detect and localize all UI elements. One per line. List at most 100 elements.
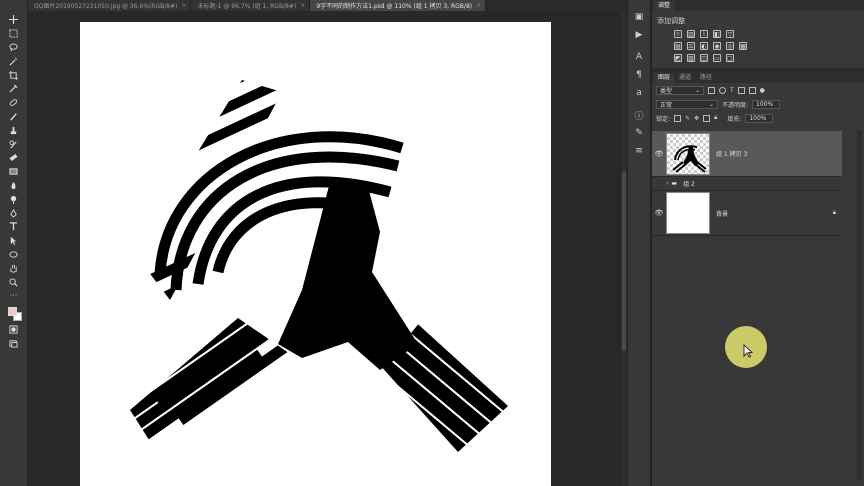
thumbnail-artwork xyxy=(672,144,707,173)
layer-row-background[interactable]: 👁︎ 背景 🔒︎ xyxy=(652,191,842,236)
threshold-icon[interactable]: ◫ xyxy=(700,54,708,62)
lock-position-icon[interactable]: ✥ xyxy=(694,115,699,122)
brush-icon[interactable] xyxy=(6,110,22,124)
opacity-input[interactable]: 100% xyxy=(752,99,781,109)
layer-row-group2[interactable]: › ▬ 组 2 xyxy=(652,177,842,191)
blend-mode-select[interactable]: 正常 ⌄ xyxy=(656,99,718,109)
clone-stamp-icon[interactable] xyxy=(6,123,22,137)
curves-icon[interactable]: ⌇ xyxy=(700,30,708,38)
history-icon[interactable]: ▣ xyxy=(632,10,646,24)
invert-icon[interactable]: ◩ xyxy=(674,54,682,62)
tab-paths[interactable]: 路径 xyxy=(696,73,716,83)
tab-layers[interactable]: 图层 xyxy=(654,73,675,83)
lock-all-icon[interactable]: 🔒︎ xyxy=(714,114,717,122)
brush-settings-icon[interactable]: ✎ xyxy=(632,126,646,140)
posterize-icon[interactable]: ▨ xyxy=(687,54,695,62)
gradient-map-icon[interactable]: ▭ xyxy=(713,54,721,62)
pen-icon[interactable] xyxy=(6,206,22,220)
chevron-right-icon[interactable]: › xyxy=(666,180,668,187)
filter-type-icon[interactable]: T xyxy=(730,87,734,94)
marquee-icon[interactable] xyxy=(6,27,22,41)
collapsed-panels-strip: ▣ ▶ A ¶ a ⓘ ✎ ≡ xyxy=(627,0,651,486)
channel-mixer-icon[interactable]: ◎ xyxy=(726,42,734,50)
lock-fill-row: 锁定: ✎ ✥ 🔒︎ 填充: 100% xyxy=(652,111,864,125)
hue-saturation-icon[interactable]: ▤ xyxy=(674,42,682,50)
type-icon[interactable] xyxy=(6,220,22,234)
ellipse-icon[interactable] xyxy=(6,248,22,262)
folder-icon: ▬ xyxy=(671,180,678,187)
lock-artboard-icon[interactable] xyxy=(703,114,711,122)
crop-icon[interactable] xyxy=(6,68,22,82)
scrollbar-thumb[interactable] xyxy=(622,171,626,351)
foreground-color-swatch[interactable] xyxy=(7,306,17,316)
close-icon[interactable]: × xyxy=(476,2,481,9)
brightness-icon[interactable]: ☼ xyxy=(674,30,682,38)
healing-brush-icon[interactable] xyxy=(6,96,22,110)
info-icon[interactable]: ⓘ xyxy=(632,108,646,122)
eye-icon[interactable]: 👁︎ xyxy=(652,150,666,158)
glyphs-icon[interactable]: a xyxy=(632,86,646,100)
magic-wand-icon[interactable] xyxy=(6,54,22,68)
filter-kind-value: 类型 xyxy=(660,87,673,95)
eyedropper-icon[interactable] xyxy=(6,82,22,96)
close-icon[interactable]: × xyxy=(300,2,305,9)
more-icon[interactable]: ··· xyxy=(6,289,22,303)
exposure-icon[interactable]: ◧ xyxy=(713,30,721,38)
character-icon[interactable]: A xyxy=(632,50,646,64)
tab-channels[interactable]: 通道 xyxy=(675,73,695,83)
filter-adjustment-icon[interactable] xyxy=(719,86,726,94)
tab-document-3[interactable]: 9字不同的制作方法1.psd @ 110% (组 1 拷贝 3, RGB/8) × xyxy=(310,0,487,11)
layers-panel-tabs: 图层 通道 路径 xyxy=(652,72,864,83)
filter-toggle-icon[interactable]: ● xyxy=(760,87,765,94)
history-brush-icon[interactable] xyxy=(6,137,22,151)
properties-icon[interactable]: ≡ xyxy=(632,144,646,158)
selective-color-icon[interactable]: ▢ xyxy=(726,54,734,62)
filter-smart-object-icon[interactable] xyxy=(748,86,756,94)
close-icon[interactable]: × xyxy=(181,2,186,9)
adjustment-icons-row-1: ☼ ▥ ⌇ ◧ ▽ xyxy=(652,28,864,40)
actions-play-icon[interactable]: ▶ xyxy=(632,28,646,42)
tab-label: 9字不同的制作方法1.psd @ 110% (组 1 拷贝 3, RGB/8) xyxy=(316,3,473,10)
lock-transparent-icon[interactable] xyxy=(674,114,682,122)
filter-kind-select[interactable]: 类型 ⌄ xyxy=(656,85,704,95)
tab-adjustments[interactable]: 调整 xyxy=(654,1,675,11)
lock-pixels-icon[interactable]: ✎ xyxy=(685,115,690,122)
color-lookup-icon[interactable]: ▦ xyxy=(739,42,747,50)
tab-document-1[interactable]: QQ图片20190527231050.jpg @ 36.6%(RGB/8#) × xyxy=(28,0,192,11)
filter-pixel-icon[interactable] xyxy=(708,86,715,94)
move-icon[interactable] xyxy=(6,13,22,27)
eye-icon[interactable]: 👁︎ xyxy=(652,209,666,217)
filter-shape-icon[interactable] xyxy=(737,86,745,94)
layers-scrollbar[interactable] xyxy=(857,130,862,480)
zoom-icon[interactable] xyxy=(6,275,22,289)
fill-input[interactable]: 100% xyxy=(745,113,774,123)
screen-mode-icon[interactable] xyxy=(6,337,22,351)
dodge-icon[interactable] xyxy=(6,192,22,206)
blend-mode-value: 正常 xyxy=(660,101,673,109)
adjustment-icons-row-2: ▤ ⚖ ◐ ◉ ◎ ▦ xyxy=(652,40,864,52)
layer-row-group1-copy3[interactable]: 👁︎ 组 1 拷贝 3 xyxy=(652,131,842,177)
document-canvas[interactable] xyxy=(80,22,551,486)
layer-name: 背景 xyxy=(716,210,729,218)
color-balance-icon[interactable]: ⚖ xyxy=(687,42,695,50)
paragraph-icon[interactable]: ¶ xyxy=(632,68,646,82)
canvas-area[interactable] xyxy=(29,11,627,486)
gradient-icon[interactable] xyxy=(6,165,22,179)
vibrance-icon[interactable]: ▽ xyxy=(726,30,734,38)
document-tabs: QQ图片20190527231050.jpg @ 36.6%(RGB/8#) × … xyxy=(28,0,626,11)
quick-mask-icon[interactable] xyxy=(6,323,22,337)
hand-icon[interactable] xyxy=(6,261,22,275)
lasso-icon[interactable] xyxy=(6,41,22,55)
lock-icon: 🔒︎ xyxy=(832,209,836,216)
black-white-icon[interactable]: ◐ xyxy=(700,42,708,50)
eraser-icon[interactable] xyxy=(6,151,22,165)
fill-label: 填充: xyxy=(727,115,742,123)
levels-icon[interactable]: ▥ xyxy=(687,30,695,38)
tab-document-2[interactable]: 未标题-1 @ 96.7% (组 1, RGB/8#) × xyxy=(191,0,311,11)
photo-filter-icon[interactable]: ◉ xyxy=(713,42,721,50)
blur-icon[interactable] xyxy=(6,179,22,193)
layer-thumbnail xyxy=(666,132,710,175)
color-swatches[interactable] xyxy=(6,305,22,323)
path-select-icon[interactable] xyxy=(6,234,22,248)
opacity-value: 100% xyxy=(756,100,774,108)
